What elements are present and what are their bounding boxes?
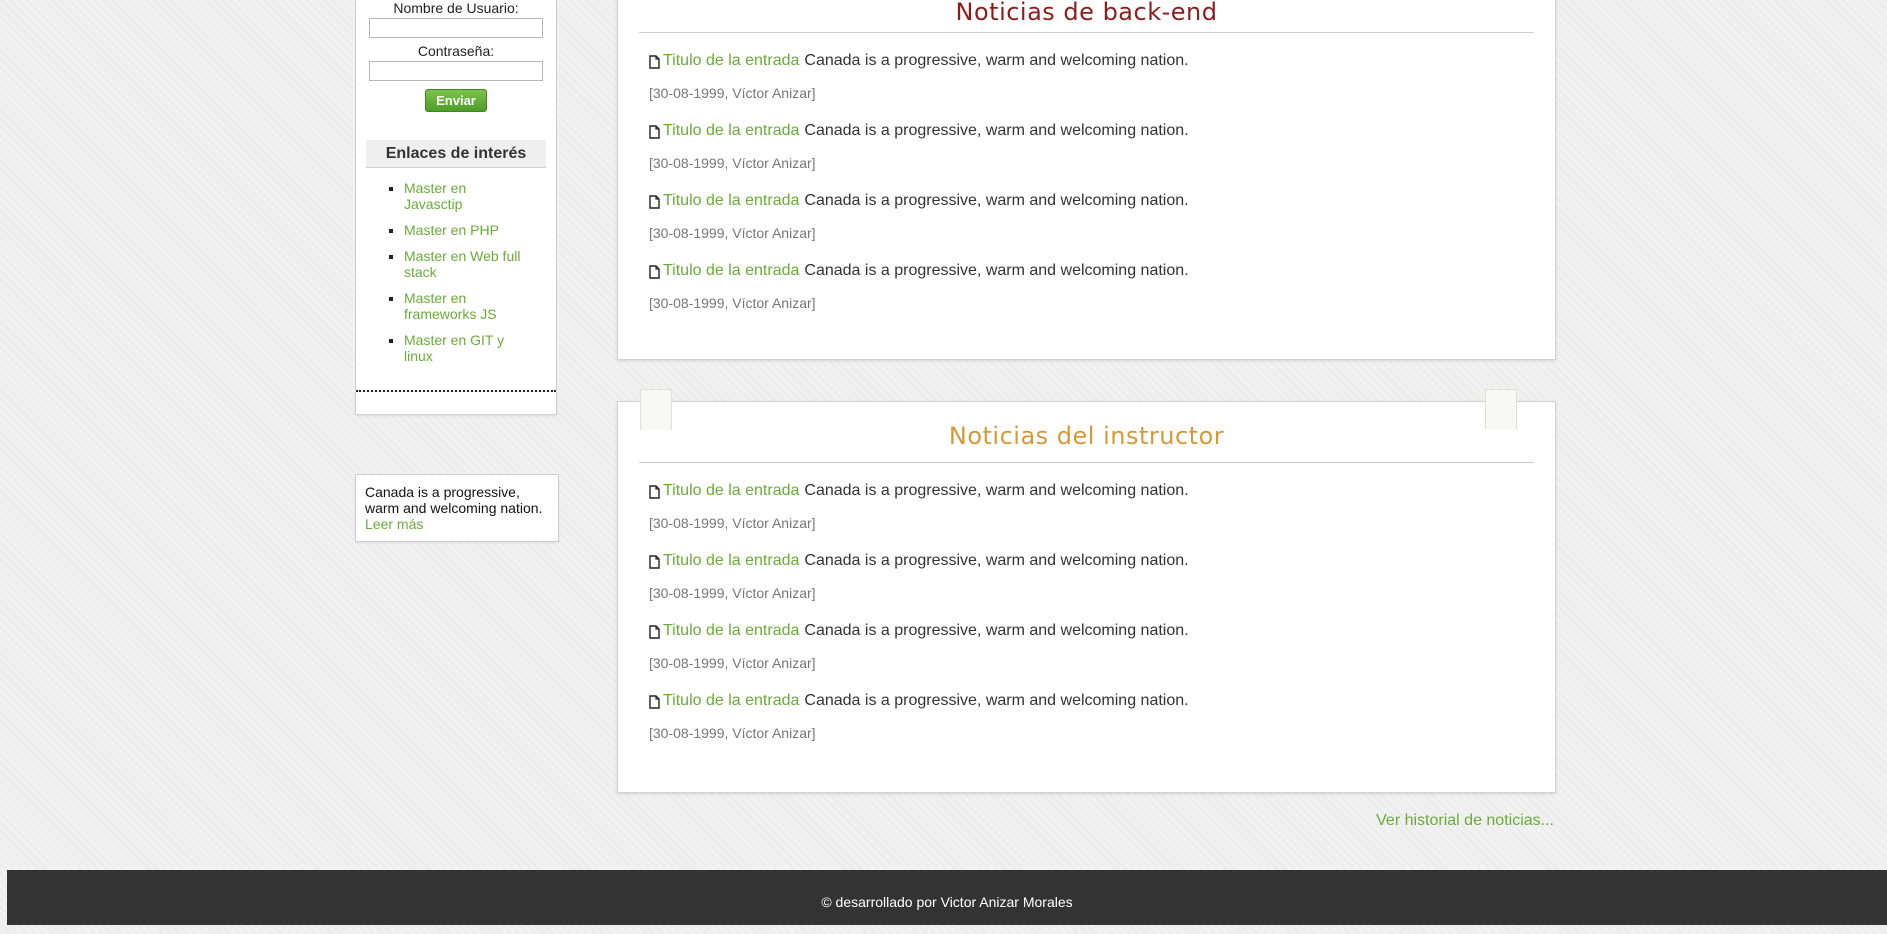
document-icon [649, 194, 660, 209]
document-icon [649, 264, 660, 279]
password-label: Contraseña: [417, 43, 495, 59]
news-history-link[interactable]: Ver historial de noticias... [1376, 812, 1554, 830]
link-master-php[interactable]: Master en PHP [404, 222, 499, 238]
decorative-tab [640, 389, 672, 430]
article-title-link[interactable]: Titulo de la entrada [663, 52, 799, 70]
document-icon [649, 624, 660, 639]
footer-text: © desarrollado por Victor Anizar Morales [821, 894, 1073, 910]
article-excerpt: Canada is a progressive, warm and welcom… [804, 192, 1189, 209]
list-item: Master en GIT y linux [404, 332, 556, 364]
article-meta: [30-08-1999, Víctor Anizar] [649, 725, 816, 741]
document-icon [649, 694, 660, 709]
instructor-news-section: Noticias del instructor Titulo de la ent… [617, 389, 1556, 793]
list-item: Master en PHP [404, 222, 556, 238]
username-label: Nombre de Usuario: [393, 0, 519, 16]
article-title-link[interactable]: Titulo de la entrada [663, 622, 799, 640]
article-title-link[interactable]: Titulo de la entrada [663, 262, 799, 280]
article-title-link[interactable]: Titulo de la entrada [663, 552, 799, 570]
article: Titulo de la entrada Canada is a progres… [649, 550, 1555, 603]
article-meta: [30-08-1999, Víctor Anizar] [649, 85, 816, 101]
links-panel: Enlaces de interés Master en Javasctip M… [355, 124, 557, 415]
document-icon [649, 124, 660, 139]
list-item: Master en frameworks JS [404, 290, 556, 322]
footer: © desarrollado por Victor Anizar Morales [7, 870, 1887, 925]
article-title-link[interactable]: Titulo de la entrada [663, 192, 799, 210]
links-list: Master en Javasctip Master en PHP Master… [356, 180, 556, 364]
article-excerpt: Canada is a progressive, warm and welcom… [804, 52, 1189, 69]
article: Titulo de la entrada Canada is a progres… [649, 480, 1555, 533]
article-meta: [30-08-1999, Víctor Anizar] [649, 225, 816, 241]
link-master-frameworks[interactable]: Master en frameworks JS [404, 290, 497, 322]
article-excerpt: Canada is a progressive, warm and welcom… [804, 122, 1189, 139]
article-meta: [30-08-1999, Víctor Anizar] [649, 295, 816, 311]
divider [639, 32, 1534, 33]
username-field[interactable] [369, 18, 543, 38]
article-meta: [30-08-1999, Víctor Anizar] [649, 155, 816, 171]
submit-button[interactable]: Enviar [425, 89, 487, 112]
article: Titulo de la entrada Canada is a progres… [649, 690, 1555, 743]
document-icon [649, 54, 660, 69]
article-excerpt: Canada is a progressive, warm and welcom… [804, 482, 1189, 499]
article: Titulo de la entrada Canada is a progres… [649, 190, 1555, 243]
link-master-javascript[interactable]: Master en Javasctip [404, 180, 466, 212]
article-title-link[interactable]: Titulo de la entrada [663, 122, 799, 140]
article-excerpt: Canada is a progressive, warm and welcom… [804, 692, 1189, 709]
article-excerpt: Canada is a progressive, warm and welcom… [804, 552, 1189, 569]
article: Titulo de la entrada Canada is a progres… [649, 620, 1555, 673]
article-meta: [30-08-1999, Víctor Anizar] [649, 655, 816, 671]
password-field[interactable] [369, 61, 543, 81]
document-icon [649, 554, 660, 569]
list-item: Master en Javasctip [404, 180, 556, 212]
read-more-link[interactable]: Leer más [365, 516, 423, 532]
document-icon [649, 484, 660, 499]
section-title: Noticias de back-end [955, 0, 1218, 26]
login-panel: Nombre de Usuario: Contraseña: Enviar [355, 0, 557, 126]
article: Titulo de la entrada Canada is a progres… [649, 260, 1555, 313]
list-item: Master en Web full stack [404, 248, 556, 280]
article-title-link[interactable]: Titulo de la entrada [663, 482, 799, 500]
link-master-fullstack[interactable]: Master en Web full stack [404, 248, 520, 280]
backend-news-section: Noticias de back-end Titulo de la entrad… [617, 0, 1556, 360]
link-master-git[interactable]: Master en GIT y linux [404, 332, 504, 364]
promo-text: Canada is a progressive, warm and welcom… [365, 484, 543, 516]
article-excerpt: Canada is a progressive, warm and welcom… [804, 262, 1189, 279]
divider [639, 462, 1534, 463]
article-excerpt: Canada is a progressive, warm and welcom… [804, 622, 1189, 639]
article: Titulo de la entrada Canada is a progres… [649, 50, 1555, 103]
section-title: Noticias del instructor [948, 422, 1225, 450]
article-meta: [30-08-1999, Víctor Anizar] [649, 585, 816, 601]
panel-footer [355, 392, 557, 415]
decorative-tab [1485, 389, 1517, 430]
promo-panel: Canada is a progressive, warm and welcom… [355, 474, 559, 542]
article-meta: [30-08-1999, Víctor Anizar] [649, 515, 816, 531]
links-panel-title: Enlaces de interés [366, 140, 546, 168]
article: Titulo de la entrada Canada is a progres… [649, 120, 1555, 173]
article-title-link[interactable]: Titulo de la entrada [663, 692, 799, 710]
